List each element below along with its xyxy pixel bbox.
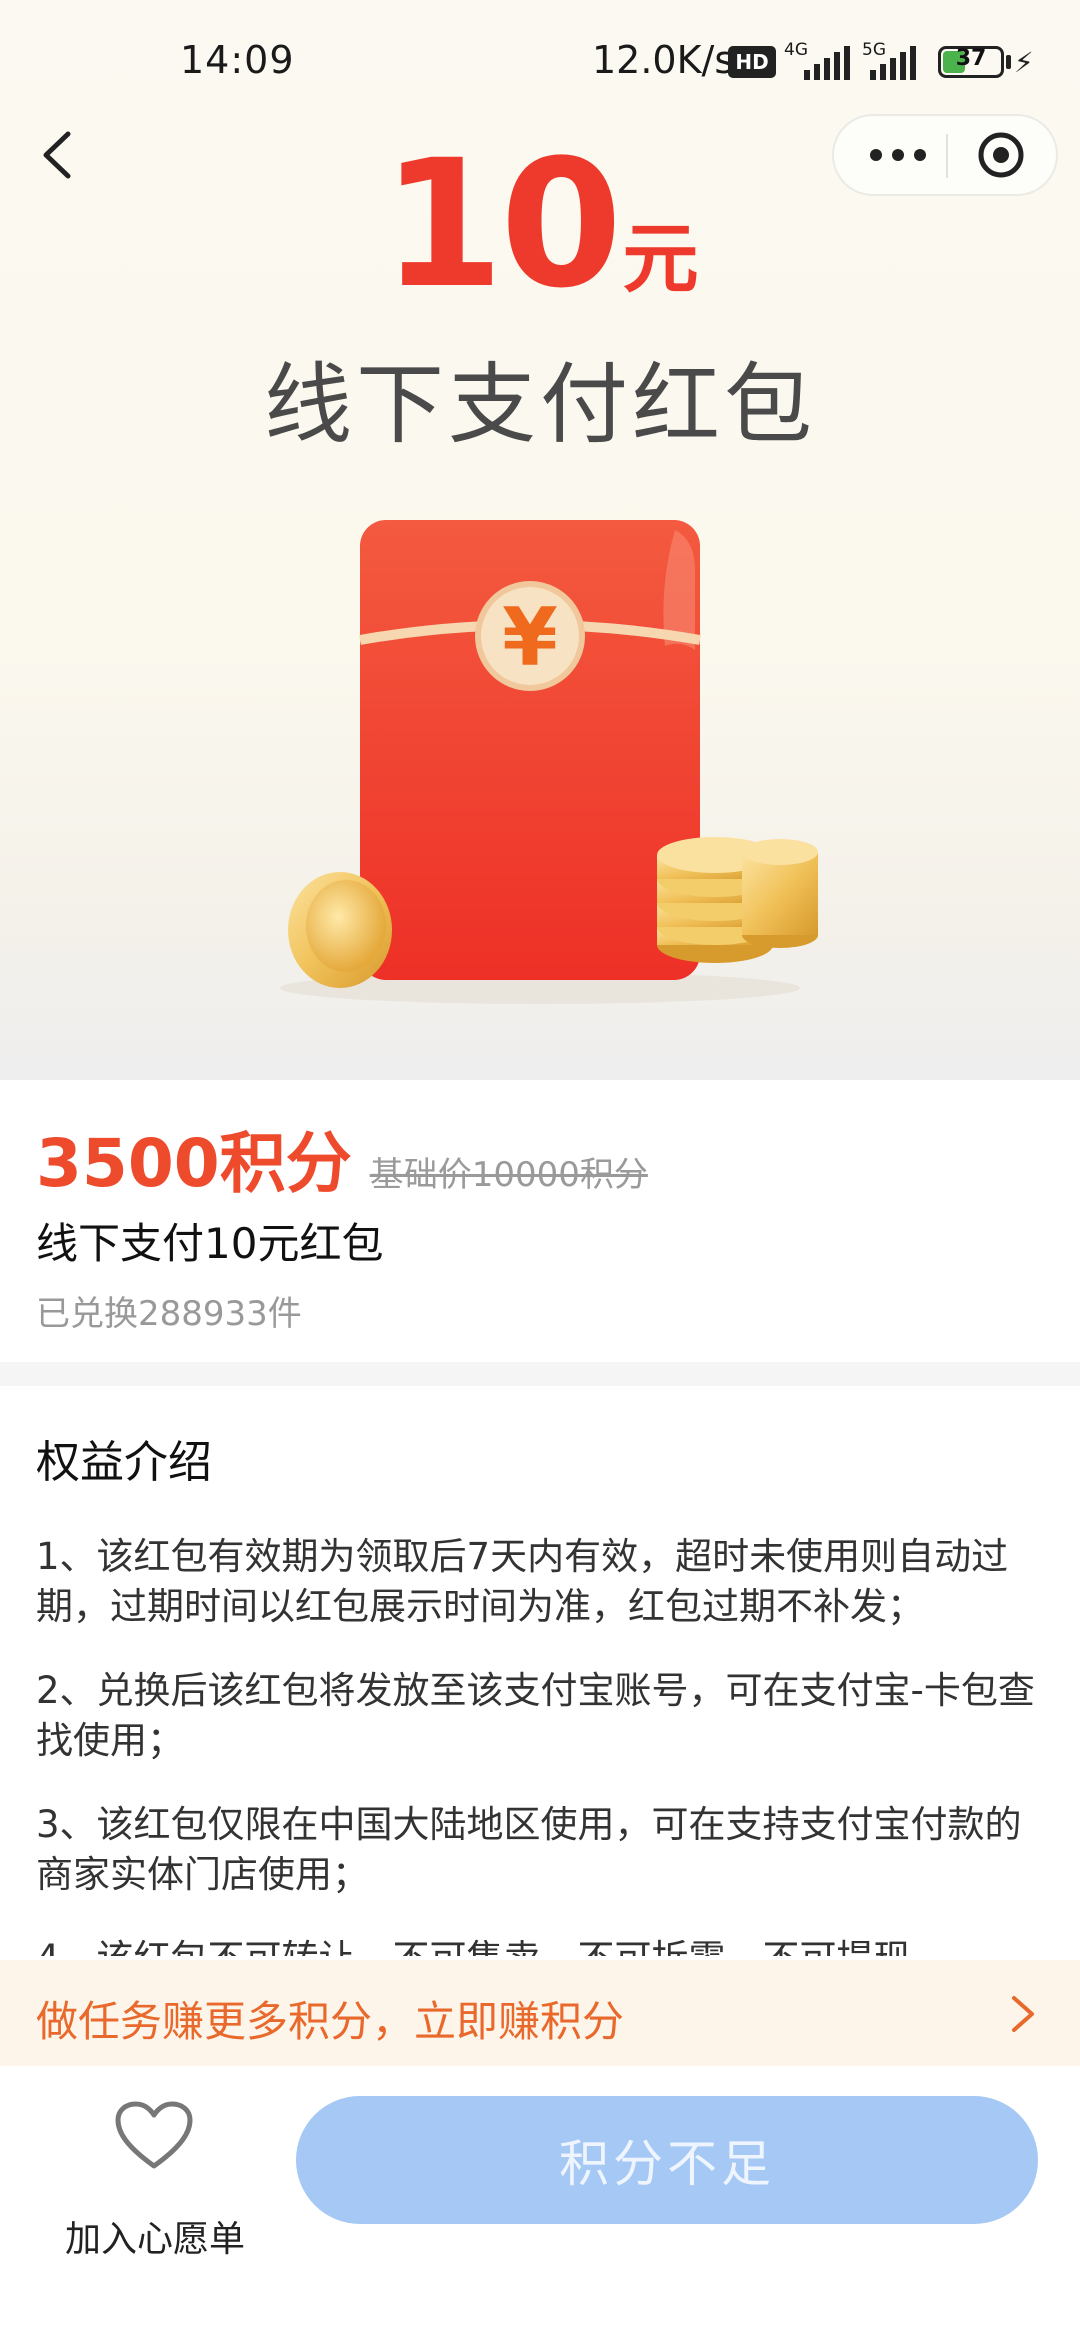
- hero-amount-unit: 元: [622, 214, 699, 303]
- points-price: 3500积分: [36, 1125, 352, 1202]
- bottom-action-bar: 加入心愿单 积分不足: [0, 2066, 1080, 2340]
- benefits-title: 权益介绍: [36, 1437, 212, 1488]
- status-bar: 14:09 12.0K/s HD 4G 5G 37 ⚡: [0, 0, 1080, 120]
- signal-icon: [870, 46, 916, 80]
- hero-amount-number: 10: [381, 122, 623, 327]
- price-row: 3500积分 基础价10000积分: [36, 1110, 648, 1206]
- red-packet-illustration: ¥: [280, 520, 818, 1004]
- signal-icon: [804, 46, 850, 80]
- battery-level: 37: [955, 46, 987, 71]
- packet-yuan-symbol: ¥: [502, 591, 558, 684]
- earn-points-text: 做任务赚更多积分，立即赚积分: [36, 1997, 625, 2046]
- heart-icon: [115, 2101, 193, 2169]
- earn-points-banner[interactable]: 做任务赚更多积分，立即赚积分: [0, 1960, 1080, 2066]
- hero-banner: 14:09 12.0K/s HD 4G 5G 37 ⚡ 10元 线下支付红包 ¥: [0, 0, 1080, 1080]
- benefit-item: 2、兑换后该红包将发放至该支付宝账号，可在支付宝-卡包查找使用；: [36, 1669, 1035, 1762]
- benefit-item: 3、该红包仅限在中国大陆地区使用，可在支持支付宝付款的商家实体门店使用；: [36, 1803, 1022, 1896]
- wishlist-button[interactable]: 加入心愿单: [40, 2100, 270, 2260]
- insufficient-points-button[interactable]: 积分不足: [296, 2096, 1038, 2224]
- status-time: 14:09: [180, 38, 295, 82]
- product-name: 线下支付10元红包: [36, 1219, 384, 1268]
- battery-icon: 37: [938, 46, 1004, 78]
- benefits-list: 1、该红包有效期为领取后7天内有效，超时未使用则自动过期，过期时间以红包展示时间…: [36, 1532, 1046, 1956]
- chevron-right-icon: [1012, 1996, 1034, 2032]
- hero-amount: 10元: [0, 137, 1080, 313]
- original-price: 基础价10000积分: [369, 1155, 648, 1195]
- benefit-item: 1、该红包有效期为领取后7天内有效，超时未使用则自动过期，过期时间以红包展示时间…: [36, 1535, 1009, 1628]
- section-divider: [0, 1362, 1080, 1386]
- benefits-section: 权益介绍 1、该红包有效期为领取后7天内有效，超时未使用则自动过期，过期时间以红…: [0, 1386, 1080, 1956]
- hd-badge: HD: [728, 46, 776, 78]
- redeemed-count: 已兑换288933件: [36, 1294, 302, 1334]
- battery-cap: [1006, 55, 1011, 69]
- benefit-item: 4、该红包不可转让、不可售卖、不可拆零、不可提现: [36, 1934, 1046, 1956]
- network-speed: 12.0K/s: [592, 38, 735, 82]
- wishlist-label: 加入心愿单: [64, 2219, 245, 2260]
- charging-icon: ⚡: [1014, 46, 1034, 79]
- product-info: 3500积分 基础价10000积分 线下支付10元红包 已兑换288933件: [0, 1080, 1080, 1362]
- hero-title: 线下支付红包: [263, 353, 816, 456]
